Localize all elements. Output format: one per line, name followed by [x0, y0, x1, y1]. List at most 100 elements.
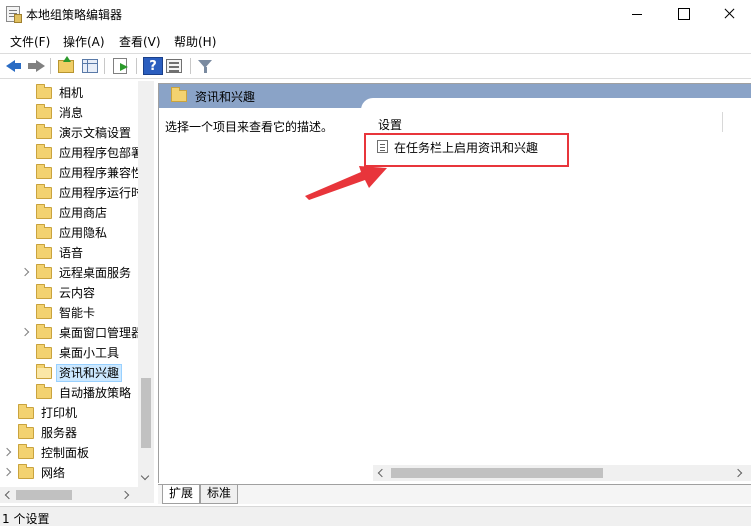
column-separator[interactable] — [722, 112, 723, 132]
scroll-right-arrow-icon[interactable] — [120, 490, 130, 500]
folder-icon — [36, 364, 52, 379]
toolbar: ? — [0, 53, 751, 79]
scrollbar-thumb[interactable] — [141, 378, 151, 448]
tree-horizontal-scrollbar[interactable] — [0, 487, 138, 503]
folder-icon — [36, 384, 52, 399]
tab-standard[interactable]: 标准 — [200, 485, 239, 504]
tree-item-label: 远程桌面服务 — [59, 266, 132, 280]
folder-icon — [171, 87, 187, 102]
tree-item[interactable]: 应用程序运行时 — [0, 183, 138, 203]
tree-item-label: 应用隐私 — [59, 226, 108, 240]
folder-icon — [36, 204, 52, 219]
scroll-left-arrow-icon[interactable] — [377, 468, 387, 478]
folder-icon — [36, 224, 52, 239]
annotation-arrow-icon — [305, 166, 387, 200]
toolbar-separator — [104, 58, 105, 74]
menu-action[interactable]: 操作(A) — [61, 33, 107, 50]
scroll-right-arrow-icon[interactable] — [733, 468, 743, 478]
tree-item[interactable]: 自动播放策略 — [0, 383, 138, 403]
expand-chevron-icon[interactable] — [20, 267, 30, 277]
tree-item[interactable]: 语音 — [0, 243, 138, 263]
window-title: 本地组策略编辑器 — [26, 8, 123, 22]
tree-item[interactable]: 应用商店 — [0, 203, 138, 223]
folder-icon — [18, 464, 34, 479]
tree-item[interactable]: 打印机 — [0, 403, 138, 423]
show-hide-tree-icon[interactable] — [82, 59, 98, 73]
tree-item[interactable]: 桌面窗口管理器 — [0, 323, 138, 343]
tree-item[interactable]: 服务器 — [0, 423, 138, 443]
tree-pane: 相机消息演示文稿设置 应用程序包部署 应用程序兼容性 应用程序运行时 应用商店应用隐私语… — [0, 81, 154, 503]
scrollbar-thumb[interactable] — [391, 468, 603, 478]
menu-file[interactable]: 文件(F) — [8, 33, 52, 50]
tree-item[interactable]: 应用程序兼容性 — [0, 163, 138, 183]
folder-icon — [18, 444, 34, 459]
tree-item[interactable]: 应用程序包部署 — [0, 143, 138, 163]
tree-item-label: 云内容 — [59, 286, 96, 300]
menu-view[interactable]: 查看(V) — [117, 33, 163, 50]
tree-item[interactable]: 相机 — [0, 83, 138, 103]
close-button[interactable] — [706, 0, 751, 28]
tree-vertical-scrollbar[interactable] — [138, 81, 154, 487]
expand-chevron-icon[interactable] — [2, 447, 12, 457]
toolbar-separator — [136, 58, 137, 74]
folder-icon — [18, 424, 34, 439]
toolbar-separator — [190, 58, 191, 74]
up-folder-icon[interactable] — [58, 56, 74, 73]
back-arrow-icon[interactable] — [4, 57, 24, 75]
status-bar: 1 个设置 — [0, 506, 751, 526]
tree-item-label: 桌面窗口管理器 — [59, 326, 138, 340]
tree-item-label: 应用商店 — [59, 206, 108, 220]
tree-item[interactable]: 桌面小工具 — [0, 343, 138, 363]
view-icon[interactable] — [166, 59, 182, 73]
tree-item-label: 应用程序包部署 — [59, 146, 138, 160]
folder-icon — [36, 264, 52, 279]
forward-arrow-icon[interactable] — [26, 57, 46, 75]
settings-column-header[interactable]: 设置 — [378, 116, 402, 133]
scroll-down-arrow-icon[interactable] — [140, 471, 150, 481]
filter-icon[interactable] — [196, 57, 216, 75]
tree-item-label: 服务器 — [41, 426, 78, 440]
scrollbar-corner — [138, 487, 154, 503]
view-tabs: 扩展 标准 — [158, 484, 751, 504]
tree-item-label: 消息 — [59, 106, 84, 120]
tree-item[interactable]: 消息 — [0, 103, 138, 123]
tree-item[interactable]: 应用隐私 — [0, 223, 138, 243]
tree-item-label: 演示文稿设置 — [59, 126, 132, 140]
export-list-icon[interactable] — [113, 58, 128, 74]
menu-bar: 文件(F) 操作(A) 查看(V) 帮助(H) — [0, 30, 751, 52]
maximize-button[interactable] — [660, 0, 706, 28]
scrollbar-thumb[interactable] — [16, 490, 72, 500]
settings-header-curve — [361, 98, 751, 118]
annotation-highlight-box — [364, 133, 569, 167]
folder-icon — [36, 284, 52, 299]
menu-help[interactable]: 帮助(H) — [172, 33, 218, 50]
tree-item-label: 网络 — [41, 466, 66, 480]
folder-icon — [36, 344, 52, 359]
tree-item[interactable]: 云内容 — [0, 283, 138, 303]
scroll-left-arrow-icon[interactable] — [4, 490, 14, 500]
help-icon[interactable]: ? — [143, 57, 163, 75]
tree-item[interactable]: 演示文稿设置 — [0, 123, 138, 143]
tree-item-label: 资讯和兴趣 — [56, 364, 123, 382]
folder-icon — [36, 184, 52, 199]
minimize-button[interactable] — [614, 0, 660, 28]
tree-item-label: 语音 — [59, 246, 84, 260]
tree-item[interactable]: 网络 — [0, 463, 138, 483]
tree-item-label: 相机 — [59, 86, 84, 100]
status-text: 1 个设置 — [2, 512, 50, 526]
tree-item-label: 自动播放策略 — [59, 386, 132, 400]
tab-extended[interactable]: 扩展 — [162, 485, 201, 504]
details-pane: 资讯和兴趣 选择一个项目来查看它的描述。 设置 在任务栏上启用资讯和兴趣 — [158, 83, 751, 483]
tree-item[interactable]: 远程桌面服务 — [0, 263, 138, 283]
tree-item-label: 应用程序兼容性 — [59, 166, 138, 180]
tree-item[interactable]: 智能卡 — [0, 303, 138, 323]
tree-item-label: 应用程序运行时 — [59, 186, 138, 200]
expand-chevron-icon[interactable] — [2, 467, 12, 477]
tree-item[interactable]: 资讯和兴趣 — [0, 363, 138, 383]
details-horizontal-scrollbar[interactable] — [373, 465, 751, 481]
tree-item[interactable]: 控制面板 — [0, 443, 138, 463]
folder-icon — [36, 84, 52, 99]
expand-chevron-icon[interactable] — [20, 327, 30, 337]
folder-icon — [36, 304, 52, 319]
folder-icon — [18, 404, 34, 419]
